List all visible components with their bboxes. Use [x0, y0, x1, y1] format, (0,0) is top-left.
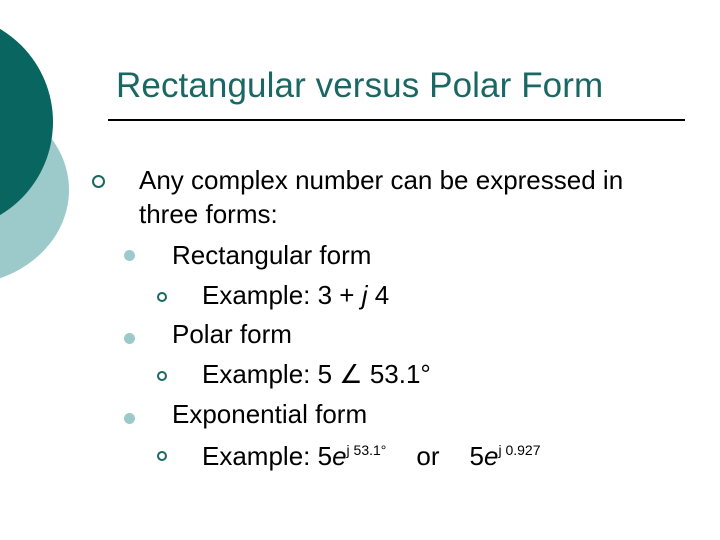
example-text: 53.1°	[362, 359, 431, 389]
euler-e: e	[332, 441, 347, 471]
ring-bullet-icon	[92, 175, 105, 188]
ring-bullet-icon	[157, 451, 167, 461]
dot-bullet-icon	[124, 413, 135, 424]
example-text: 4	[367, 280, 390, 310]
dot-bullet-icon	[124, 250, 135, 261]
angle-symbol: ∠	[339, 359, 363, 389]
ring-bullet-icon	[157, 371, 167, 381]
polar-form-label: Polar form	[172, 319, 292, 349]
title-underline	[108, 119, 685, 121]
polar-example: Example: 5 ∠ 53.1°	[202, 359, 431, 389]
exponential-example: Example: 5ej 53.1° or 5ej 0.927	[202, 441, 541, 475]
rectangular-form-label: Rectangular form	[172, 240, 372, 270]
or-text: or	[416, 441, 440, 471]
example-text: 5	[469, 441, 484, 471]
exponent: j 0.927	[498, 442, 541, 458]
euler-e: e	[484, 441, 499, 471]
main-bullet-line-2: three forms:	[139, 199, 278, 229]
main-bullet-line-1: Any complex number can be expressed in	[139, 165, 624, 195]
exponential-form-label: Exponential form	[172, 399, 368, 429]
example-text: Example: 5	[202, 441, 333, 471]
slide-title: Rectangular versus Polar Form	[116, 66, 604, 105]
ring-bullet-icon	[157, 292, 167, 302]
exponent: j 53.1°	[346, 442, 387, 458]
example-text: Example: 5	[202, 359, 340, 389]
rectangular-example: Example: 3 + j 4	[202, 280, 389, 310]
example-text: Example: 3 +	[202, 280, 362, 310]
dot-bullet-icon	[124, 333, 135, 344]
